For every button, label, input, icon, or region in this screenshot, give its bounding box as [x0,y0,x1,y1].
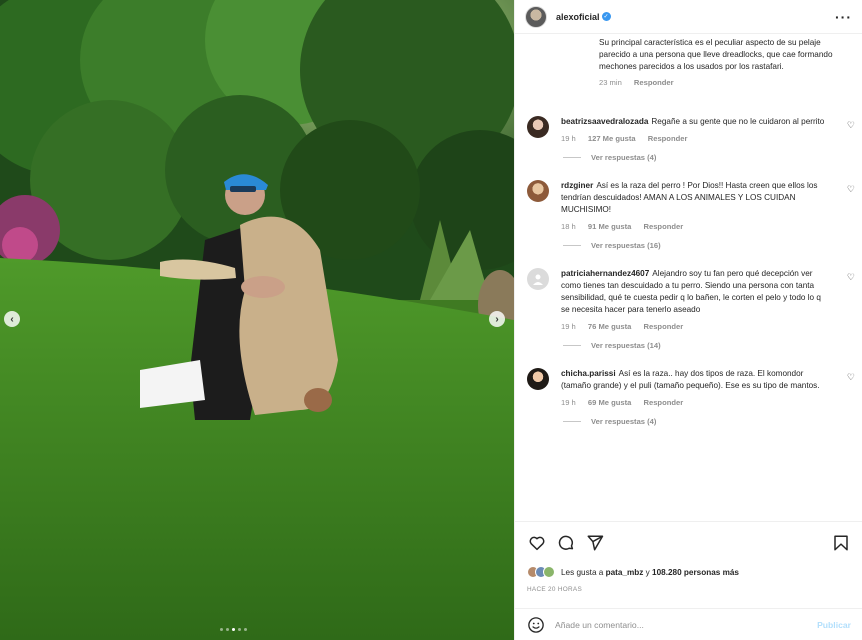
post-photo[interactable]: ‹ › [0,0,514,640]
comment-reply-button[interactable]: Responder [644,222,684,231]
comment-reply-button[interactable]: Responder [648,134,688,143]
comment-heart-icon[interactable]: ♡ [847,184,855,195]
carousel-dots [220,628,247,631]
comment-time: 18 h [561,222,576,231]
more-options-icon[interactable]: ··· [835,9,852,25]
comment: rdzginer Así es la raza del perro ! Por D… [515,180,862,250]
comment-text: Regañe a su gente que no le cuidaron al … [651,117,825,126]
commenter-avatar[interactable] [527,180,549,202]
commenter-avatar[interactable] [527,368,549,390]
carousel-dot-active [232,628,235,631]
add-comment-bar: Publicar [515,608,862,640]
comment-meta: 19 h 127 Me gusta Responder [561,134,831,143]
bookmark-icon [834,535,848,551]
caption-text: Su principal característica es el peculi… [599,38,833,71]
comment-meta: 18 h 91 Me gusta Responder [561,222,831,231]
view-replies-label: Ver respuestas (4) [591,417,657,426]
comment-likes[interactable]: 127 Me gusta [588,134,636,143]
comment-heart-icon[interactable]: ♡ [847,272,855,283]
carousel-dot [238,628,241,631]
like-button[interactable] [527,533,547,553]
carousel-dot [220,628,223,631]
view-replies-button[interactable]: Ver respuestas (4) [563,153,831,162]
caption-time: 23 min [599,78,622,87]
comment-time: 19 h [561,322,576,331]
replies-divider [563,245,581,246]
comment-username[interactable]: beatrizsaavedralozada [561,117,648,126]
comment-meta: 19 h 69 Me gusta Responder [561,398,831,407]
view-replies-button[interactable]: Ver respuestas (4) [563,417,831,426]
post-time: HACE 20 HORAS [527,586,583,593]
likes-user[interactable]: pata_mbz [606,568,644,577]
likes-prefix: Les gusta a [561,567,604,577]
comment-likes[interactable]: 91 Me gusta [588,222,631,231]
caption-reply-button[interactable]: Responder [634,78,674,87]
comment: patriciahernandez4607 Alejandro soy tu fa… [515,268,862,350]
emoji-button[interactable] [527,616,545,634]
replies-divider [563,157,581,158]
chevron-left-icon: ‹ [10,313,14,325]
view-replies-label: Ver respuestas (4) [591,153,657,162]
comment-heart-icon[interactable]: ♡ [847,372,855,383]
chevron-right-icon: › [495,313,499,325]
save-button[interactable] [831,533,851,553]
comment-time: 19 h [561,398,576,407]
comment-time: 19 h [561,134,576,143]
share-icon [587,535,604,551]
view-replies-label: Ver respuestas (16) [591,241,661,250]
author-username[interactable]: alexoficial [556,12,600,22]
publish-button[interactable]: Publicar [817,620,851,630]
comment-username[interactable]: rdzginer [561,181,593,190]
likes-middle: y [645,567,650,577]
comment-username[interactable]: chicha.parissi [561,369,616,378]
verified-badge-icon: ✓ [601,12,611,21]
comment-likes[interactable]: 76 Me gusta [588,322,631,331]
commenter-avatar[interactable] [527,116,549,138]
comments-list[interactable]: Su principal característica es el peculi… [515,35,862,521]
heart-icon [529,536,545,551]
comment-heart-icon[interactable]: ♡ [847,120,855,131]
post-actions-area: Les gusta a pata_mbz y 108.280 personas … [515,521,862,593]
carousel-dot [244,628,247,631]
emoji-icon [528,616,544,633]
liker-avatar [543,566,555,578]
author-avatar[interactable] [525,5,547,28]
carousel-dot [226,628,229,631]
post-image [0,0,514,640]
comment-username[interactable]: patriciahernandez4607 [561,269,649,278]
comment-body: beatrizsaavedralozada Regañe a su gente q… [561,116,831,128]
comment-body: patriciahernandez4607 Alejandro soy tu fa… [561,268,831,316]
comment-button[interactable] [556,533,576,553]
comment-reply-button[interactable]: Responder [644,322,684,331]
comment-input[interactable] [555,619,818,630]
comment-meta: 19 h 76 Me gusta Responder [561,322,831,331]
post-side-panel: alexoficial ✓ ··· Su principal caracterí… [514,0,862,640]
comment-likes[interactable]: 69 Me gusta [588,398,631,407]
next-image-button[interactable]: › [489,311,505,327]
share-button[interactable] [585,533,605,553]
comment: beatrizsaavedralozada Regañe a su gente q… [515,116,862,162]
replies-divider [563,421,581,422]
commenter-avatar[interactable] [527,268,549,290]
comment-body: chicha.parissi Así es la raza.. hay dos t… [561,368,831,392]
comment-text: Así es la raza del perro ! Por Dios!! Ha… [561,181,818,214]
likes-text: Les gusta a pata_mbz y 108.280 personas … [561,568,739,577]
previous-image-button[interactable]: ‹ [4,311,20,327]
caption: Su principal característica es el peculi… [515,35,862,89]
comment: chicha.parissi Así es la raza.. hay dos t… [515,368,862,426]
action-bar [515,522,862,564]
post-header: alexoficial ✓ ··· [515,0,862,34]
likes-summary[interactable]: Les gusta a pata_mbz y 108.280 personas … [515,564,862,580]
view-replies-label: Ver respuestas (14) [591,341,661,350]
comment-body: rdzginer Así es la raza del perro ! Por D… [561,180,831,216]
comment-reply-button[interactable]: Responder [644,398,684,407]
replies-divider [563,345,581,346]
comment-icon [558,535,574,550]
view-replies-button[interactable]: Ver respuestas (14) [563,341,831,350]
default-user-icon [533,274,543,285]
view-replies-button[interactable]: Ver respuestas (16) [563,241,831,250]
likes-count[interactable]: 108.280 personas más [652,568,739,577]
caption-meta: 23 min Responder [599,77,843,89]
